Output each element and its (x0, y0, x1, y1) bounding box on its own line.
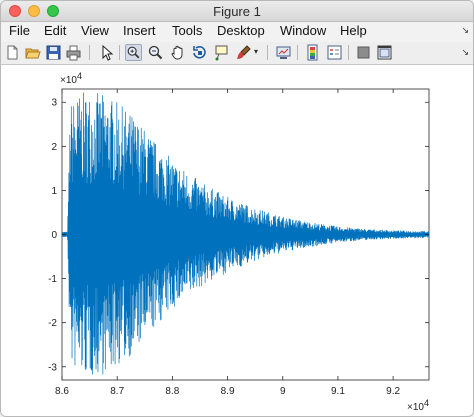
undock-arrow-icon[interactable]: ↘ (461, 25, 469, 36)
menu-insert[interactable]: Insert (123, 23, 156, 38)
x-tick-label: 8.6 (55, 386, 69, 397)
toolbar-undock-arrow-icon[interactable]: ↘ (461, 47, 469, 58)
brush-icon[interactable] (235, 44, 252, 61)
figure-canvas[interactable]: 8.6 8.7 8.8 8.9 9 9.1 9.2 3 2 1 0 -1 -2 -3 ×104 ×104 (1, 65, 473, 416)
brush-dropdown-icon[interactable]: ▾ (254, 47, 258, 56)
x-tick-label: 8.8 (165, 386, 179, 397)
save-icon[interactable] (45, 44, 62, 61)
menu-file[interactable]: File (9, 23, 30, 38)
print-icon[interactable] (65, 44, 82, 61)
plot-area[interactable]: 8.6 8.7 8.8 8.9 9 9.1 9.2 3 2 1 0 -1 -2 -3 ×104 ×104 (1, 65, 473, 416)
new-figure-icon[interactable] (4, 44, 21, 61)
zoom-in-icon[interactable] (125, 44, 142, 61)
toolbar-separator (267, 45, 268, 60)
y-tick-label: 0 (51, 230, 57, 241)
y-tick-label: -3 (48, 362, 57, 373)
open-file-icon[interactable] (24, 44, 41, 61)
x-tick-label: 8.7 (110, 386, 124, 397)
menu-tools[interactable]: Tools (172, 23, 202, 38)
insert-colorbar-icon[interactable] (304, 44, 321, 61)
figure-window: Figure 1 File Edit View Insert Tools Des… (0, 0, 474, 417)
toolbar-separator (119, 45, 120, 60)
show-plot-tools-icon[interactable] (376, 44, 393, 61)
y-tick-label: -1 (48, 274, 57, 285)
y-axis-multiplier: ×104 (60, 71, 82, 86)
window-title: Figure 1 (213, 4, 261, 19)
menu-help[interactable]: Help (340, 23, 367, 38)
x-tick-label: 9.2 (386, 386, 400, 397)
y-tick-label: 2 (51, 142, 57, 153)
menu-window[interactable]: Window (280, 23, 326, 38)
rotate-3d-icon[interactable] (191, 44, 208, 61)
toolbar-separator (89, 45, 90, 60)
hide-plot-tools-icon[interactable] (355, 44, 372, 61)
y-tick-label: -2 (48, 318, 57, 329)
data-cursor-icon[interactable] (213, 44, 230, 61)
pan-hand-icon[interactable] (169, 44, 186, 61)
menu-edit[interactable]: Edit (44, 23, 66, 38)
menu-bar: File Edit View Insert Tools Desktop Wind… (1, 22, 473, 42)
toolbar-separator (348, 45, 349, 60)
menu-desktop[interactable]: Desktop (217, 23, 265, 38)
zoom-out-icon[interactable] (147, 44, 164, 61)
x-tick-label: 9.1 (331, 386, 345, 397)
insert-legend-icon[interactable] (326, 44, 343, 61)
link-plot-icon[interactable] (275, 44, 292, 61)
x-tick-label: 8.9 (221, 386, 235, 397)
toolbar-separator (297, 45, 298, 60)
x-axis-multiplier: ×104 (407, 398, 429, 413)
menu-view[interactable]: View (81, 23, 109, 38)
x-tick-label: 9 (280, 386, 286, 397)
edit-plot-arrow-icon[interactable] (98, 44, 115, 61)
title-bar[interactable]: Figure 1 (1, 1, 473, 22)
figure-toolbar: ▾ ↘ (1, 42, 473, 65)
y-tick-label: 1 (51, 186, 57, 197)
y-tick-label: 3 (51, 98, 57, 109)
